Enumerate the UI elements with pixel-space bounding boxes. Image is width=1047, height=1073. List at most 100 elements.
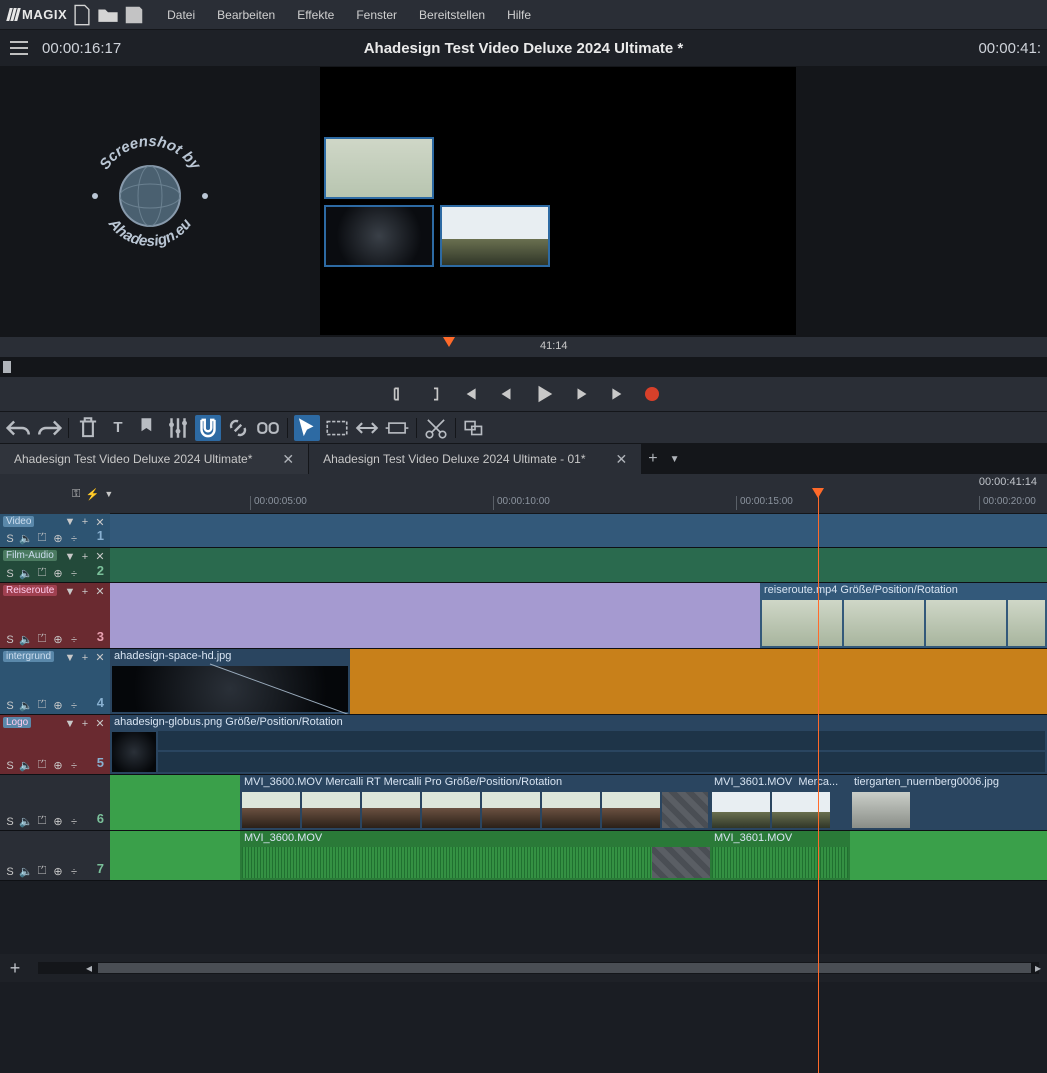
pointer-icon[interactable] [294, 415, 320, 441]
timecode-left[interactable]: 00:00:16:17 [42, 40, 121, 57]
track-head[interactable]: S🔈⏍⊕÷ 7 [0, 831, 110, 880]
close-icon[interactable]: ✕ [94, 652, 106, 664]
mute-icon[interactable]: 🔈 [20, 533, 32, 545]
clip[interactable]: MVI_3601.MOV Merca... [710, 775, 850, 830]
bolt-icon[interactable]: ⚡ [86, 488, 98, 500]
solo-button[interactable]: S [4, 568, 16, 580]
clip[interactable] [850, 831, 1047, 880]
track-name[interactable]: Film-Audio [3, 550, 57, 561]
track-head[interactable]: Film-Audio ▼+✕ S🔈⏍⊕÷ 2 [0, 548, 110, 582]
track-name[interactable]: Video [3, 516, 34, 527]
clip[interactable]: MVI_3601.MOV [710, 831, 850, 880]
scroll-left-icon[interactable]: ◂ [82, 962, 96, 974]
goto-start-icon[interactable] [461, 385, 479, 403]
plus-icon[interactable]: + [79, 586, 91, 598]
vol-icon[interactable]: ÷ [68, 866, 80, 878]
clip[interactable] [110, 775, 240, 830]
fx-icon[interactable]: ⊕ [52, 568, 64, 580]
prev-frame-icon[interactable] [497, 385, 515, 403]
clip[interactable] [110, 831, 240, 880]
track-head[interactable]: Video ▼+✕ S🔈⏍⊕÷ 1 [0, 514, 110, 547]
menu-window[interactable]: Fenster [346, 4, 407, 26]
menu-help[interactable]: Hilfe [497, 4, 541, 26]
select-mode-icon[interactable] [324, 415, 350, 441]
chevron-down-icon[interactable]: ▼ [64, 652, 76, 664]
record-icon[interactable] [645, 387, 659, 401]
stretch-icon[interactable] [384, 415, 410, 441]
vol-icon[interactable]: ÷ [68, 760, 80, 772]
clip[interactable]: tiergarten_nuernberg0006.jpg [850, 775, 1047, 830]
track-lane[interactable]: reiseroute.mp4 Größe/Position/Rotation [110, 583, 1047, 648]
track-head[interactable]: Logo ▼+✕ S🔈⏍⊕÷ 5 [0, 715, 110, 774]
menu-effects[interactable]: Effekte [287, 4, 344, 26]
fx-icon[interactable]: ⊕ [52, 816, 64, 828]
scrub-track[interactable] [0, 358, 1047, 376]
clip[interactable]: MVI_3600.MOV Mercalli RT Mercalli Pro Gr… [240, 775, 710, 830]
vol-icon[interactable]: ÷ [68, 816, 80, 828]
fx-icon[interactable]: ⊕ [52, 634, 64, 646]
chevron-down-icon[interactable]: ▼ [64, 586, 76, 598]
lock-icon[interactable]: ⏍ [36, 568, 48, 580]
tab-project-2[interactable]: Ahadesign Test Video Deluxe 2024 Ultimat… [309, 444, 642, 474]
track-lane[interactable] [110, 548, 1047, 582]
mute-icon[interactable]: 🔈 [20, 760, 32, 772]
mute-icon[interactable]: 🔈 [20, 816, 32, 828]
chevron-down-icon[interactable]: ▼ [64, 551, 76, 563]
pip-church[interactable] [440, 205, 550, 267]
menu-file[interactable]: Datei [157, 4, 205, 26]
track-name[interactable]: intergrund [3, 651, 54, 662]
solo-button[interactable]: S [4, 866, 16, 878]
clip[interactable] [350, 649, 1047, 714]
mute-icon[interactable]: 🔈 [20, 568, 32, 580]
title-icon[interactable]: T [105, 415, 131, 441]
lock-icon[interactable]: ⏍ [36, 760, 48, 772]
timeline-ruler[interactable]: 00:00:41:14 00:00:05:00 00:00:10:00 00:0… [110, 474, 1047, 514]
clip[interactable]: reiseroute.mp4 Größe/Position/Rotation [760, 583, 1047, 648]
track-lane[interactable]: ahadesign-globus.png Größe/Position/Rota… [110, 715, 1047, 774]
cut-icon[interactable] [423, 415, 449, 441]
play-icon[interactable] [533, 383, 555, 405]
lock-icon[interactable]: ⏍ [36, 634, 48, 646]
tab-close-icon[interactable]: ✕ [282, 451, 294, 468]
hamburger-icon[interactable] [6, 35, 32, 61]
mute-icon[interactable]: 🔈 [20, 634, 32, 646]
add-tab-icon[interactable]: + [648, 450, 657, 468]
sliders-icon[interactable] [165, 415, 191, 441]
close-icon[interactable]: ✕ [94, 516, 106, 528]
clip[interactable]: ahadesign-globus.png Größe/Position/Rota… [110, 715, 1047, 774]
solo-button[interactable]: S [4, 816, 16, 828]
vol-icon[interactable]: ÷ [68, 634, 80, 646]
menu-share[interactable]: Bereitstellen [409, 4, 495, 26]
scrollbar-thumb[interactable] [98, 963, 1031, 973]
close-icon[interactable]: ✕ [94, 718, 106, 730]
lock-icon[interactable]: ⏍ [36, 700, 48, 712]
lock-icon[interactable]: ⏍ [36, 866, 48, 878]
solo-button[interactable]: S [4, 700, 16, 712]
plus-icon[interactable]: + [79, 516, 91, 528]
redo-icon[interactable] [36, 415, 62, 441]
scrub-playhead-icon[interactable] [443, 337, 455, 347]
magnet-icon[interactable] [195, 415, 221, 441]
fx-icon[interactable]: ⊕ [52, 760, 64, 772]
track-head[interactable]: intergrund ▼+✕ S🔈⏍⊕÷ 4 [0, 649, 110, 714]
vol-icon[interactable]: ÷ [68, 533, 80, 545]
next-frame-icon[interactable] [573, 385, 591, 403]
track-lane[interactable] [110, 514, 1047, 547]
marker-icon[interactable] [135, 415, 161, 441]
plus-icon[interactable]: + [79, 652, 91, 664]
lock-icon[interactable]: ⏍ [36, 533, 48, 545]
vol-icon[interactable]: ÷ [68, 568, 80, 580]
track-lane[interactable]: ahadesign-space-hd.jpg [110, 649, 1047, 714]
tab-menu-icon[interactable]: ▼ [670, 454, 680, 465]
fx-icon[interactable]: ⊕ [52, 700, 64, 712]
scrub-ruler[interactable]: 41:14 [0, 336, 1047, 358]
tab-project-1[interactable]: Ahadesign Test Video Deluxe 2024 Ultimat… [0, 444, 309, 474]
track-lane[interactable]: MVI_3600.MOV MVI_3601.MOV [110, 831, 1047, 880]
plus-icon[interactable]: + [79, 551, 91, 563]
clip[interactable]: MVI_3600.MOV [240, 831, 710, 880]
track-head[interactable]: S🔈⏍⊕÷ 6 [0, 775, 110, 830]
solo-button[interactable]: S [4, 760, 16, 772]
tab-close-icon[interactable]: ✕ [616, 451, 628, 468]
add-track-icon[interactable]: + [0, 954, 30, 982]
vol-icon[interactable]: ÷ [68, 700, 80, 712]
